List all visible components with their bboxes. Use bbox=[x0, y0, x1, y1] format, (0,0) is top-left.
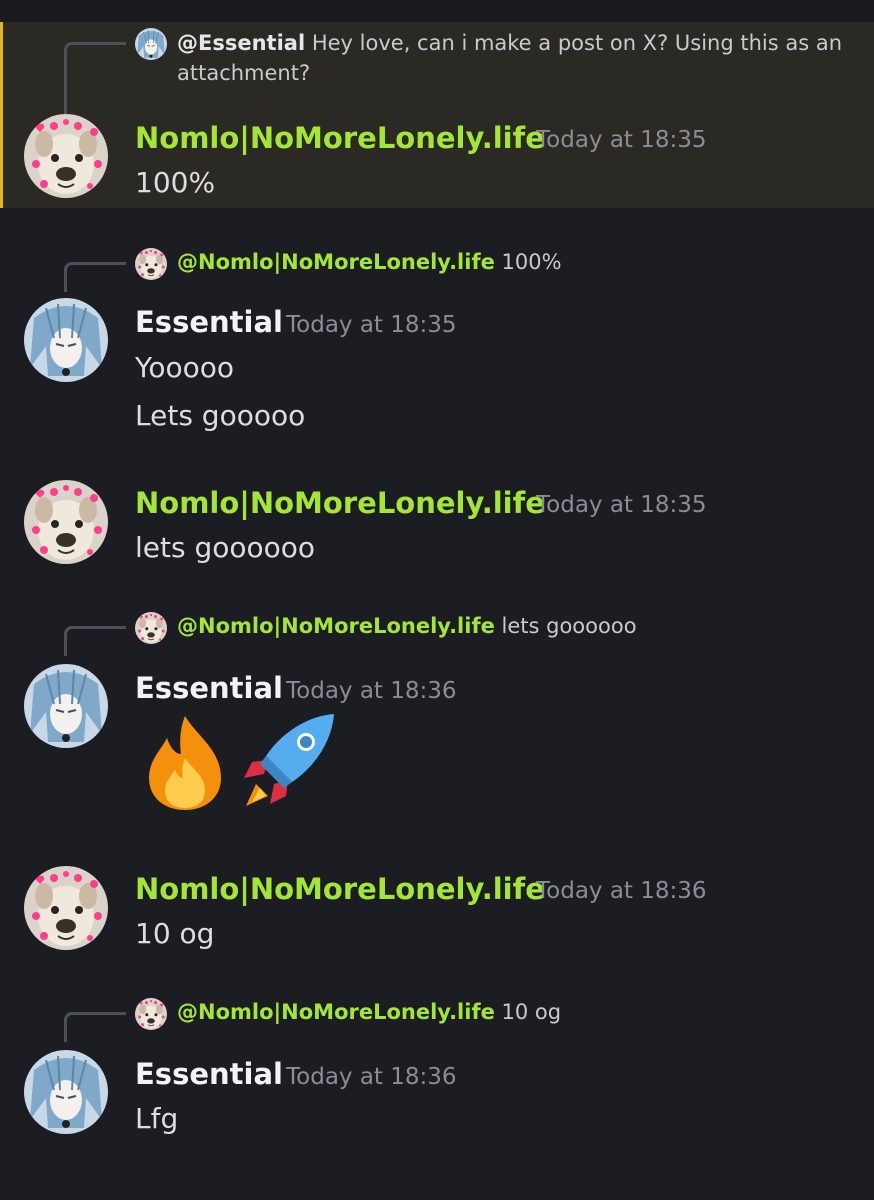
message-text: 10 og bbox=[135, 917, 215, 950]
fire-emoji[interactable] bbox=[135, 712, 235, 812]
message-text: 100% bbox=[135, 166, 216, 199]
timestamp: Today at 18:35 bbox=[536, 127, 707, 153]
message-4[interactable]: @Nomlo|NoMoreLonely.life lets goooooo Es… bbox=[0, 612, 874, 822]
author-name[interactable]: Nomlo|NoMoreLonely.life bbox=[135, 120, 545, 156]
reply-avatar[interactable] bbox=[135, 28, 167, 60]
avatar-dog[interactable] bbox=[24, 114, 108, 198]
author-name[interactable]: Essential bbox=[135, 670, 283, 706]
reply-preview[interactable]: @Nomlo|NoMoreLonely.life lets goooooo bbox=[177, 614, 637, 638]
reply-mention[interactable]: @Nomlo|NoMoreLonely.life bbox=[177, 250, 495, 274]
reply-preview[interactable]: @Nomlo|NoMoreLonely.life 10 og bbox=[177, 1000, 561, 1024]
message-3[interactable]: Nomlo|NoMoreLonely.life Today at 18:35 l… bbox=[0, 478, 874, 578]
avatar-anime[interactable] bbox=[24, 1050, 108, 1134]
reply-snippet: 100% bbox=[501, 250, 562, 274]
reply-spine bbox=[64, 42, 126, 124]
avatar-dog[interactable] bbox=[24, 480, 108, 564]
author-name[interactable]: Essential bbox=[135, 304, 283, 340]
reply-snippet: lets goooooo bbox=[501, 614, 637, 638]
message-text: Lfg bbox=[135, 1102, 179, 1135]
reply-mention[interactable]: @Nomlo|NoMoreLonely.life bbox=[177, 614, 495, 638]
avatar-dog[interactable] bbox=[24, 866, 108, 950]
top-strip bbox=[0, 0, 874, 22]
message-5[interactable]: Nomlo|NoMoreLonely.life Today at 18:36 1… bbox=[0, 864, 874, 964]
timestamp: Today at 18:36 bbox=[286, 1064, 457, 1090]
reply-preview[interactable]: @Nomlo|NoMoreLonely.life 100% bbox=[177, 250, 562, 274]
reply-mention[interactable]: @Essential bbox=[177, 31, 305, 55]
reply-mention[interactable]: @Nomlo|NoMoreLonely.life bbox=[177, 1000, 495, 1024]
avatar-anime[interactable] bbox=[24, 664, 108, 748]
timestamp: Today at 18:35 bbox=[286, 312, 457, 338]
timestamp: Today at 18:35 bbox=[536, 492, 707, 518]
author-name[interactable]: Essential bbox=[135, 1056, 283, 1092]
reply-spine bbox=[64, 1012, 126, 1042]
reply-avatar[interactable] bbox=[135, 248, 167, 280]
message-1[interactable]: @Essential Hey love, can i make a post o… bbox=[0, 22, 874, 208]
timestamp: Today at 18:36 bbox=[536, 878, 707, 904]
author-name[interactable]: Nomlo|NoMoreLonely.life bbox=[135, 871, 545, 907]
author-name[interactable]: Nomlo|NoMoreLonely.life bbox=[135, 485, 545, 521]
avatar-anime[interactable] bbox=[24, 298, 108, 382]
message-text: Lets gooooo bbox=[135, 399, 306, 432]
reply-spine bbox=[64, 626, 126, 656]
message-text: Yooooo bbox=[135, 351, 235, 384]
reply-snippet: 10 og bbox=[501, 1000, 562, 1024]
reply-avatar[interactable] bbox=[135, 612, 167, 644]
message-2[interactable]: @Nomlo|NoMoreLonely.life 100% Essential … bbox=[0, 248, 874, 438]
message-text: lets goooooo bbox=[135, 531, 316, 564]
reply-avatar[interactable] bbox=[135, 998, 167, 1030]
timestamp: Today at 18:36 bbox=[286, 678, 457, 704]
message-6[interactable]: @Nomlo|NoMoreLonely.life 10 og Essential… bbox=[0, 998, 874, 1148]
rocket-emoji[interactable] bbox=[238, 710, 338, 810]
reply-spine bbox=[64, 262, 126, 292]
reply-preview[interactable]: @Essential Hey love, can i make a post o… bbox=[177, 28, 867, 88]
